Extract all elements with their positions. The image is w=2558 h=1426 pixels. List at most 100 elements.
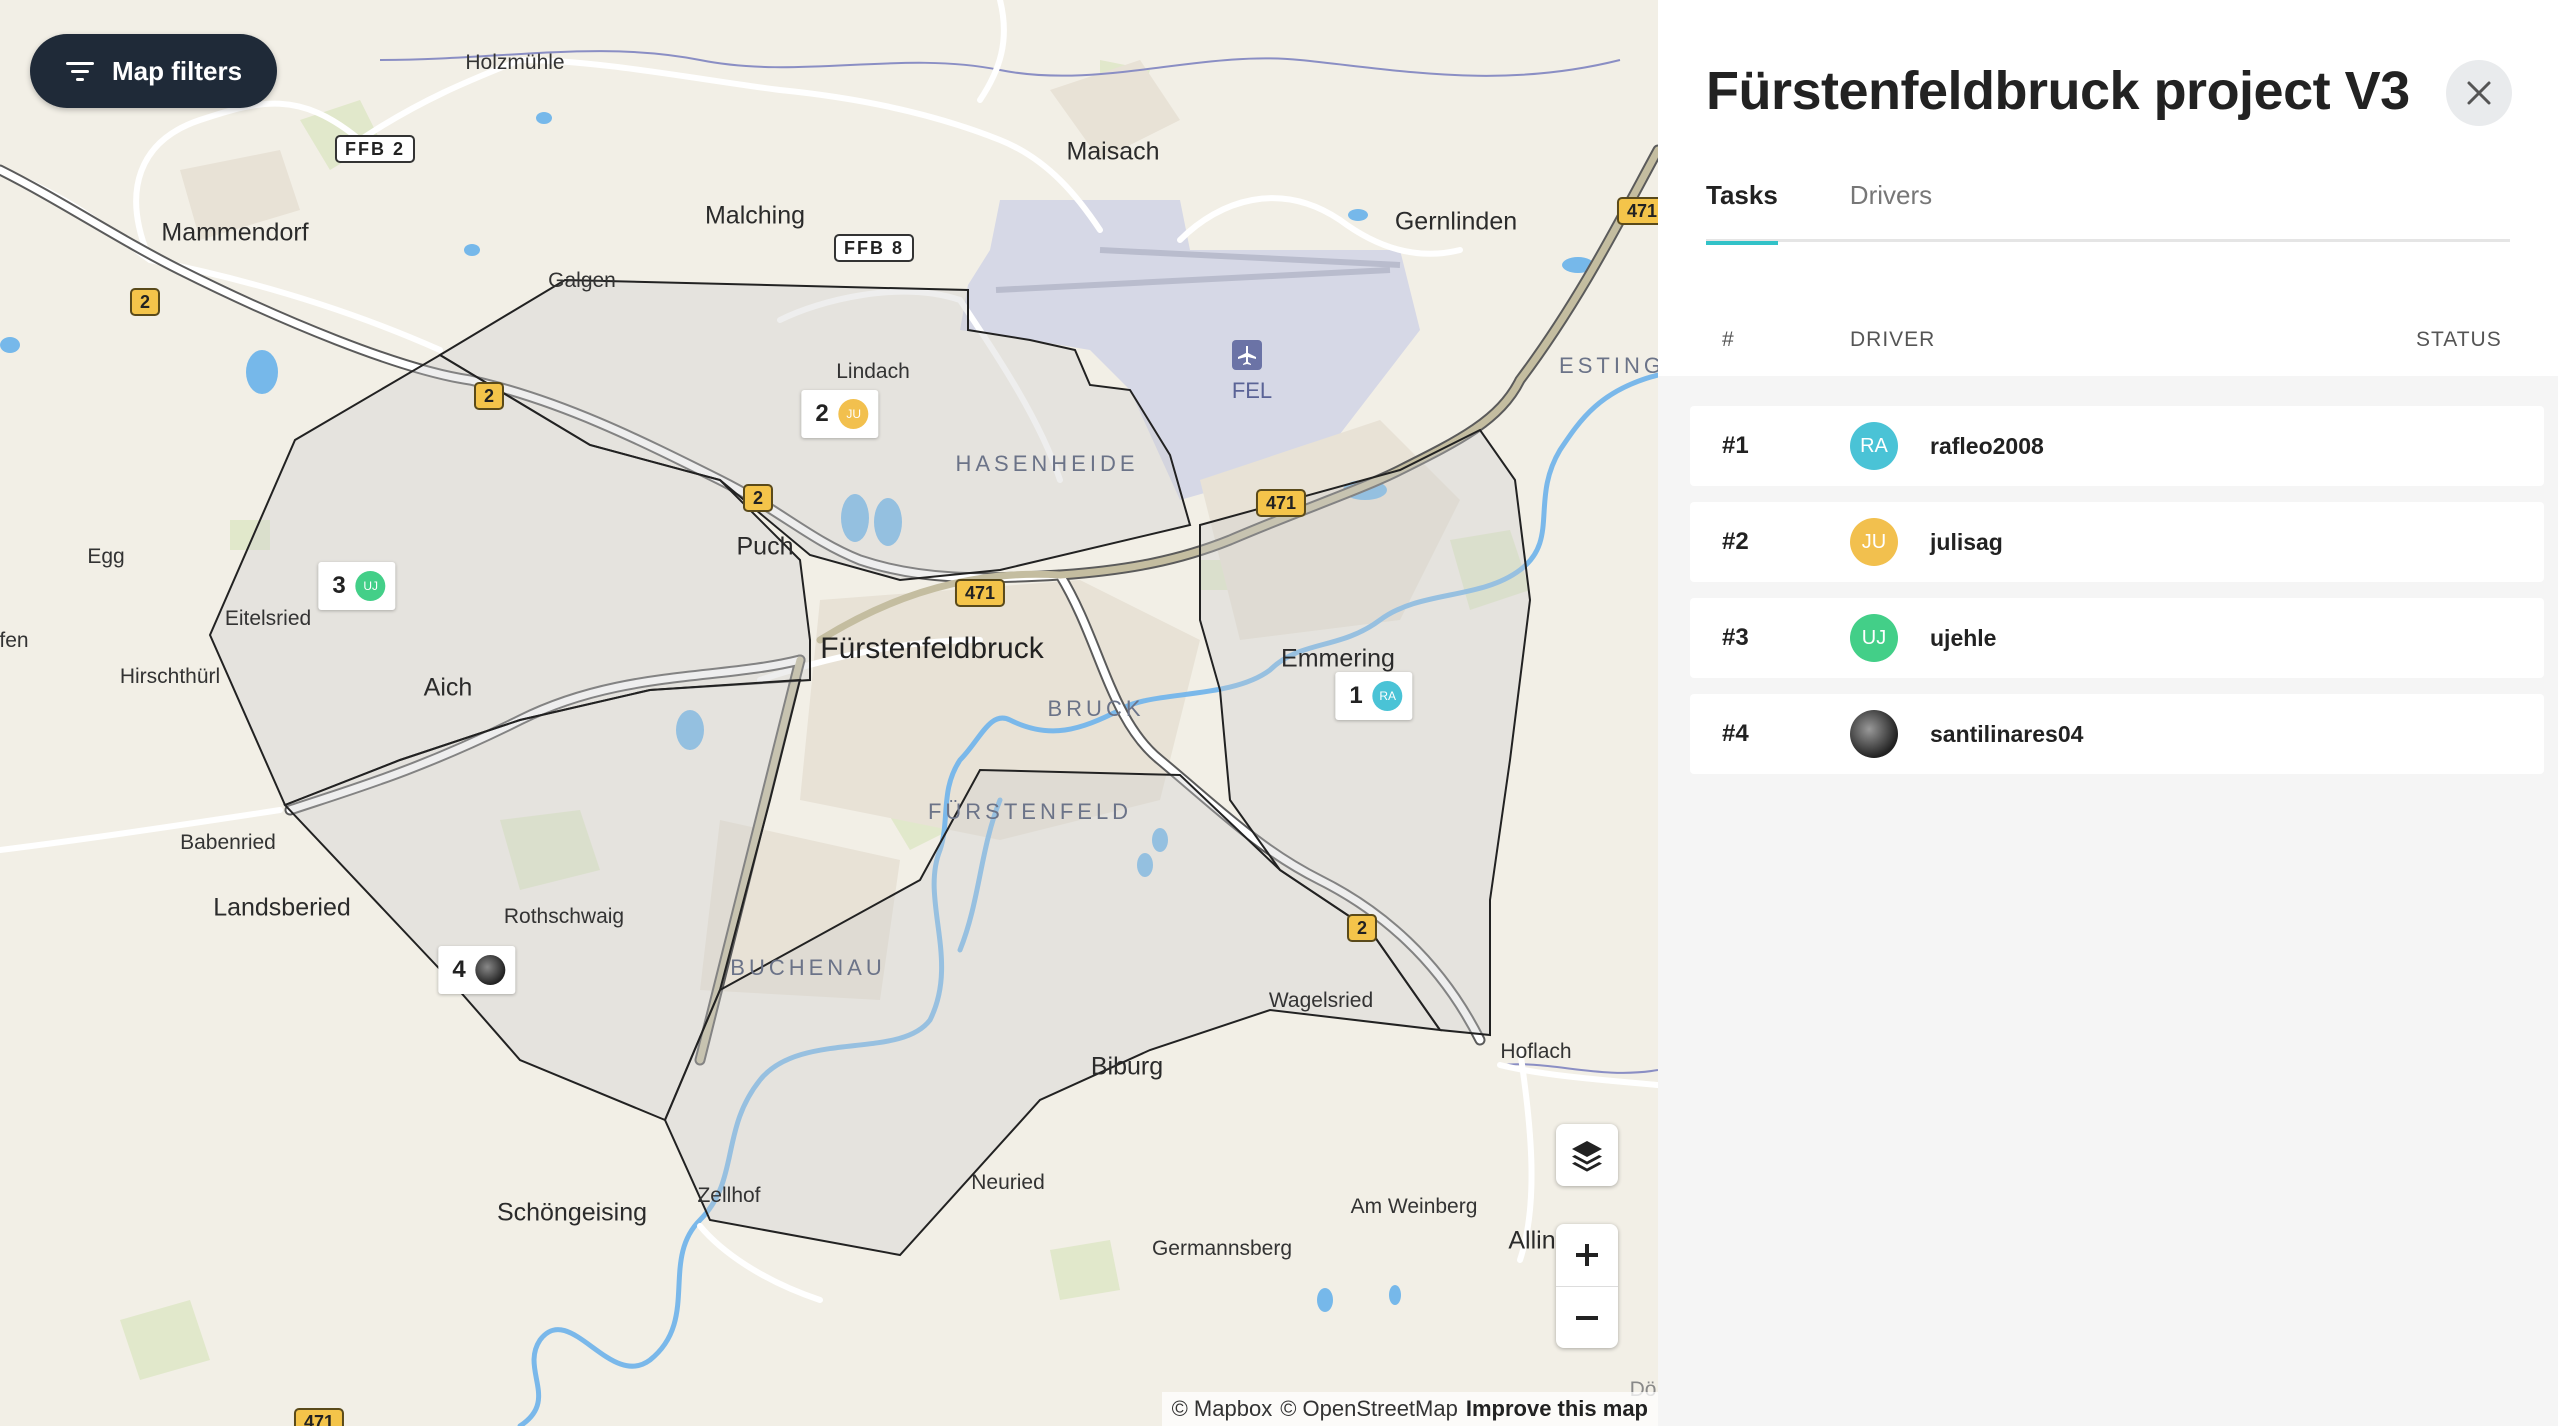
- place-label: Galgen: [548, 269, 616, 292]
- place-label: Biburg: [1090, 1052, 1164, 1081]
- road-shield: FFB 8: [833, 234, 915, 262]
- plus-icon: [1576, 1244, 1598, 1266]
- zoom-control: [1556, 1224, 1618, 1348]
- filter-icon: [66, 60, 94, 82]
- osm-attribution[interactable]: © OpenStreetMap: [1280, 1396, 1458, 1422]
- place-label: Schöngeising: [496, 1198, 648, 1227]
- place-label: Hirschthürl: [119, 665, 221, 688]
- zoom-in-button[interactable]: [1556, 1224, 1618, 1286]
- close-button[interactable]: [2446, 60, 2512, 126]
- place-label: Germannsberg: [1151, 1237, 1293, 1260]
- improve-map-link[interactable]: Improve this map: [1466, 1396, 1648, 1422]
- road-shield: 471: [1255, 489, 1307, 517]
- task-row[interactable]: #3 UJ ujehle: [1690, 598, 2544, 678]
- task-marker-number: 2: [815, 400, 829, 427]
- place-label: Holzmühle: [465, 51, 565, 74]
- district-label: FÜRSTENFELD: [927, 799, 1133, 824]
- place-label: Puch: [736, 532, 794, 561]
- place-label: Egg: [87, 545, 125, 568]
- panel-tabs: Tasks Drivers: [1706, 180, 2510, 245]
- place-label: Gernlinden: [1394, 207, 1518, 236]
- road-shield: FFB 2: [334, 135, 416, 163]
- driver-avatar: RA: [1372, 681, 1403, 711]
- place-label: Neuried: [971, 1171, 1045, 1194]
- road-shield: 2: [742, 484, 774, 512]
- place-label: Allin: [1508, 1226, 1556, 1255]
- task-list: #1 RA rafleo2008 #2 JU julisag #3 UJ uje…: [1690, 406, 2544, 790]
- road-shield: 2: [473, 382, 505, 410]
- tab-drivers[interactable]: Drivers: [1850, 180, 1932, 242]
- road-shield: 471: [1616, 197, 1658, 225]
- driver-username: rafleo2008: [1930, 432, 2044, 459]
- task-index: #2: [1722, 528, 1749, 555]
- tab-tasks[interactable]: Tasks: [1706, 180, 1778, 245]
- place-label: Landsberied: [213, 893, 351, 922]
- map-filters-label: Map filters: [112, 55, 243, 86]
- panel-header: Fürstenfeldbruck project V3 Tasks Driver…: [1658, 0, 2558, 376]
- map-filters-button[interactable]: Map filters: [30, 34, 277, 108]
- task-index: #1: [1722, 432, 1749, 459]
- place-label: Hoflach: [1500, 1040, 1572, 1063]
- district-label: BUCHENAU: [730, 955, 886, 980]
- close-icon: [2467, 81, 2491, 105]
- driver-avatar: JU: [1850, 518, 1898, 566]
- map-canvas[interactable]: Holzmühle Maisach Malching Gernlinden Ma…: [0, 0, 1658, 1426]
- task-row[interactable]: #4 santilinares04: [1690, 694, 2544, 774]
- place-label: Emmering: [1281, 644, 1395, 673]
- project-panel: Fürstenfeldbruck project V3 Tasks Driver…: [1658, 0, 2558, 1426]
- driver-avatar: RA: [1850, 422, 1898, 470]
- place-label: Mammendorf: [161, 218, 309, 247]
- mapbox-attribution[interactable]: © Mapbox: [1172, 1396, 1273, 1422]
- task-marker[interactable]: 4: [438, 946, 516, 994]
- driver-avatar-photo: [475, 955, 506, 985]
- place-label: Eitelsried: [224, 607, 312, 630]
- place-label: Rothschwaig: [503, 905, 625, 928]
- driver-username: santilinares04: [1930, 720, 2084, 747]
- airport-icon: [1232, 340, 1262, 370]
- place-label: Wagelsried: [1268, 989, 1374, 1012]
- place-label: fen: [0, 629, 29, 652]
- driver-avatar: JU: [838, 399, 869, 429]
- app-root: Holzmühle Maisach Malching Gernlinden Ma…: [0, 0, 2558, 1426]
- place-label: Lindach: [836, 360, 910, 383]
- place-label: Maisach: [1066, 137, 1160, 166]
- road-shield: 2: [129, 288, 161, 316]
- driver-username: ujehle: [1930, 624, 1997, 651]
- driver-avatar: UJ: [1850, 614, 1898, 662]
- task-index: #3: [1722, 624, 1749, 651]
- map-attribution: © Mapbox © OpenStreetMap Improve this ma…: [1161, 1392, 1658, 1426]
- task-marker-number: 1: [1349, 682, 1363, 709]
- place-label: Am Weinberg: [1350, 1195, 1478, 1218]
- driver-avatar-photo: [1850, 710, 1898, 758]
- column-header-number: #: [1722, 328, 1735, 351]
- place-label: Aich: [423, 673, 473, 702]
- task-marker-number: 3: [332, 572, 346, 599]
- place-label: Zellhof: [697, 1184, 761, 1207]
- place-label: Babenried: [180, 831, 276, 854]
- project-title: Fürstenfeldbruck project V3: [1706, 61, 2410, 121]
- layers-icon: [1572, 1141, 1602, 1172]
- place-label: Malching: [704, 201, 806, 230]
- task-row[interactable]: #2 JU julisag: [1690, 502, 2544, 582]
- column-header-driver[interactable]: DRIVER: [1850, 328, 1935, 352]
- road-shield: 2: [1346, 914, 1378, 942]
- district-label: HASENHEIDE: [955, 451, 1139, 476]
- task-marker[interactable]: 3 UJ: [318, 562, 396, 610]
- zoom-out-button[interactable]: [1556, 1286, 1618, 1348]
- driver-avatar: UJ: [355, 571, 386, 601]
- column-header-status[interactable]: STATUS: [2416, 328, 2502, 352]
- road-shield: 471: [293, 1408, 345, 1426]
- layers-button[interactable]: [1556, 1124, 1618, 1186]
- task-marker[interactable]: 2 JU: [801, 390, 879, 438]
- district-label: ESTING: [1559, 353, 1658, 378]
- driver-username: julisag: [1930, 528, 2003, 555]
- district-label: BRUCK: [1047, 696, 1145, 721]
- task-row[interactable]: #1 RA rafleo2008: [1690, 406, 2544, 486]
- place-label: Fürstenfeldbruck: [820, 632, 1044, 665]
- place-label: FEL: [1231, 378, 1273, 403]
- road-shield: 471: [954, 579, 1006, 607]
- minus-icon: [1576, 1315, 1598, 1320]
- task-marker[interactable]: 1 RA: [1335, 672, 1413, 720]
- task-marker-number: 4: [452, 956, 466, 983]
- task-index: #4: [1722, 720, 1749, 747]
